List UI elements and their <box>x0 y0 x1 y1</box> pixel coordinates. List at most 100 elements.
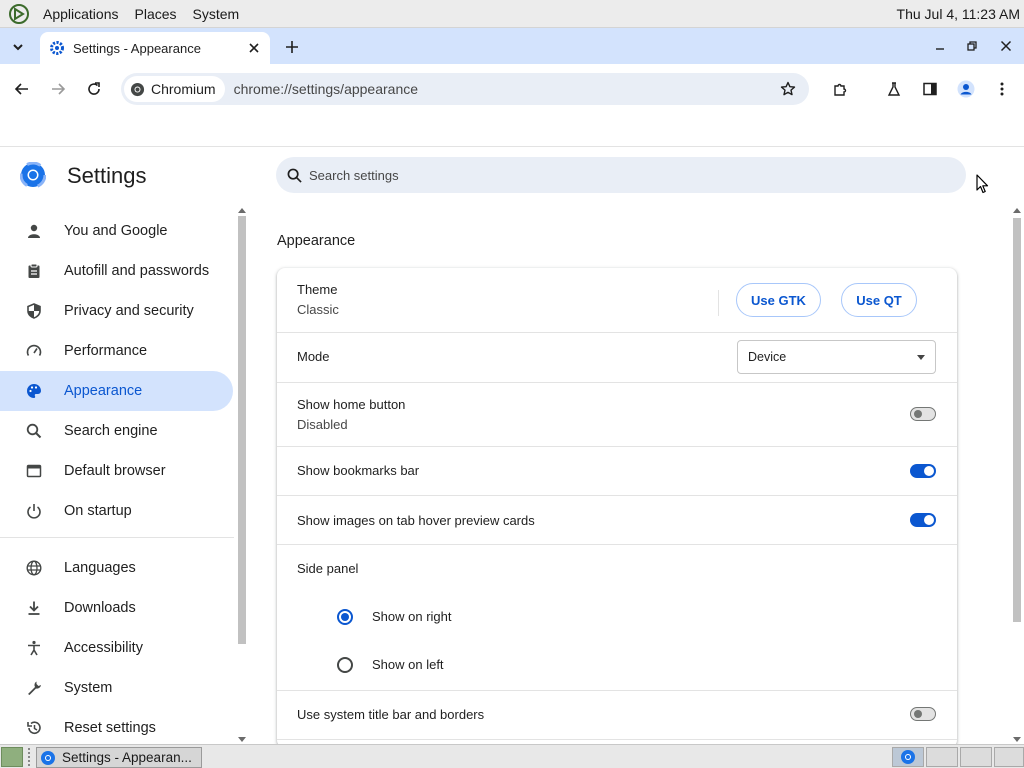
sidebar-item-label: Search engine <box>64 423 158 439</box>
site-info-chip[interactable]: Chromium <box>124 76 225 102</box>
system-menu[interactable]: System <box>185 6 248 22</box>
sidebar-divider <box>0 537 234 538</box>
sidebar-item-label: Appearance <box>64 383 143 399</box>
bookmarks-bar-toggle[interactable] <box>910 464 936 478</box>
os-taskbar: Settings - Appearan... <box>0 744 1024 768</box>
os-top-panel: Applications Places System Thu Jul 4, 11… <box>0 0 1024 28</box>
plus-icon <box>286 41 298 53</box>
taskbar-window-button[interactable]: Settings - Appearan... <box>36 747 202 768</box>
scroll-down-arrow-icon[interactable] <box>1013 737 1021 742</box>
search-icon <box>287 168 302 183</box>
places-menu[interactable]: Places <box>127 6 185 22</box>
use-gtk-button[interactable]: Use GTK <box>736 283 821 317</box>
sidebar-item-you-and-google[interactable]: You and Google <box>0 211 233 251</box>
side-panel-row: Side panel Show on right Show on left <box>277 545 957 690</box>
close-window-button[interactable] <box>996 36 1016 56</box>
sidebar-item-system[interactable]: System <box>0 668 233 708</box>
sidebar-item-privacy[interactable]: Privacy and security <box>0 291 233 331</box>
sidebar-scroll-thumb[interactable] <box>238 216 246 644</box>
tab-title: Settings - Appearance <box>73 40 201 56</box>
mode-row: Mode Device <box>277 333 957 382</box>
row-divider <box>277 739 957 740</box>
forward-button[interactable] <box>44 75 72 103</box>
url-text[interactable]: chrome://settings/appearance <box>234 81 418 97</box>
hover-cards-toggle[interactable] <box>910 513 936 527</box>
show-on-left-radio[interactable] <box>337 657 353 673</box>
header-divider <box>0 146 1024 147</box>
person-icon <box>24 221 44 241</box>
main-scroll-thumb[interactable] <box>1013 218 1021 622</box>
sidebar-item-languages[interactable]: Languages <box>0 548 233 588</box>
sidebar-item-on-startup[interactable]: On startup <box>0 491 233 531</box>
chromium-logo-icon <box>20 162 46 188</box>
tab-settings-appearance[interactable]: Settings - Appearance <box>40 32 270 64</box>
settings-sidebar: You and Google Autofill and passwords Pr… <box>0 211 234 744</box>
home-button-label: Show home button <box>297 397 406 412</box>
workspace-2[interactable] <box>926 747 958 767</box>
chromium-icon <box>901 750 915 764</box>
sidebar-item-downloads[interactable]: Downloads <box>0 588 233 628</box>
theme-value: Classic <box>297 302 339 317</box>
restore-icon <box>967 41 977 51</box>
home-button-row[interactable]: Show home button Disabled <box>277 383 957 446</box>
workspace-4[interactable] <box>994 747 1024 767</box>
scroll-down-arrow-icon[interactable] <box>238 737 246 742</box>
show-on-left-label[interactable]: Show on left <box>372 657 444 672</box>
restore-button[interactable] <box>962 36 982 56</box>
mode-select[interactable]: Device <box>737 340 936 374</box>
sidebar-item-label: Downloads <box>64 600 136 616</box>
os-menu-logo-icon[interactable] <box>9 3 31 25</box>
sidebar-item-reset[interactable]: Reset settings <box>0 708 233 744</box>
scroll-up-arrow-icon[interactable] <box>1013 208 1021 213</box>
address-bar[interactable]: Chromium chrome://settings/appearance <box>121 73 809 105</box>
clock[interactable]: Thu Jul 4, 11:23 AM <box>897 6 1020 22</box>
hover-cards-label: Show images on tab hover preview cards <box>297 513 535 528</box>
labs-button[interactable] <box>880 75 908 103</box>
bookmark-star-icon[interactable] <box>777 78 799 100</box>
tab-close-icon[interactable] <box>246 40 262 56</box>
bookmarks-bar-row[interactable]: Show bookmarks bar <box>277 447 957 495</box>
extensions-button[interactable] <box>826 75 854 103</box>
tab-search-button[interactable] <box>6 35 30 59</box>
sidebar-item-label: Autofill and passwords <box>64 263 210 279</box>
title-bar-toggle[interactable] <box>910 707 936 721</box>
show-desktop-icon[interactable] <box>1 747 23 767</box>
sidebar-item-accessibility[interactable]: Accessibility <box>0 628 233 668</box>
show-on-right-radio[interactable] <box>337 609 353 625</box>
title-bar-row[interactable]: Use system title bar and borders <box>277 691 957 739</box>
new-tab-button[interactable] <box>281 36 303 58</box>
workspace-1[interactable] <box>892 747 924 767</box>
sidebar-item-autofill[interactable]: Autofill and passwords <box>0 251 233 291</box>
profile-button[interactable] <box>952 75 980 103</box>
main-scrollbar[interactable] <box>1011 206 1024 744</box>
hover-cards-row[interactable]: Show images on tab hover preview cards <box>277 496 957 544</box>
side-panel-button[interactable] <box>916 75 944 103</box>
sidebar-item-label: Accessibility <box>64 640 143 656</box>
dropdown-caret-icon <box>917 355 925 360</box>
show-on-right-label[interactable]: Show on right <box>372 609 452 624</box>
minimize-button[interactable] <box>930 36 950 56</box>
reload-button[interactable] <box>80 75 108 103</box>
sidebar-item-performance[interactable]: Performance <box>0 331 233 371</box>
settings-title: Settings <box>67 163 147 188</box>
applications-menu[interactable]: Applications <box>35 6 127 22</box>
sidebar-item-label: You and Google <box>64 223 168 239</box>
menu-button[interactable] <box>988 75 1016 103</box>
sidebar-scrollbar[interactable] <box>236 206 248 744</box>
taskbar-handle[interactable] <box>28 748 32 766</box>
reset-icon <box>24 718 44 738</box>
home-button-toggle[interactable] <box>910 407 936 421</box>
taskbar-window-title: Settings - Appearan... <box>62 750 192 765</box>
bookmarks-bar-label: Show bookmarks bar <box>297 463 420 478</box>
sidebar-item-search-engine[interactable]: Search engine <box>0 411 233 451</box>
search-settings-input[interactable]: Search settings <box>276 157 966 193</box>
back-button[interactable] <box>8 75 36 103</box>
use-qt-button[interactable]: Use QT <box>841 283 917 317</box>
browser-window-icon <box>24 461 44 481</box>
flask-icon <box>887 82 901 96</box>
scroll-up-arrow-icon[interactable] <box>238 208 246 213</box>
sidebar-item-appearance[interactable]: Appearance <box>0 371 233 411</box>
workspace-3[interactable] <box>960 747 992 767</box>
browser-toolbar: Chromium chrome://settings/appearance <box>0 64 1024 114</box>
sidebar-item-default-browser[interactable]: Default browser <box>0 451 233 491</box>
